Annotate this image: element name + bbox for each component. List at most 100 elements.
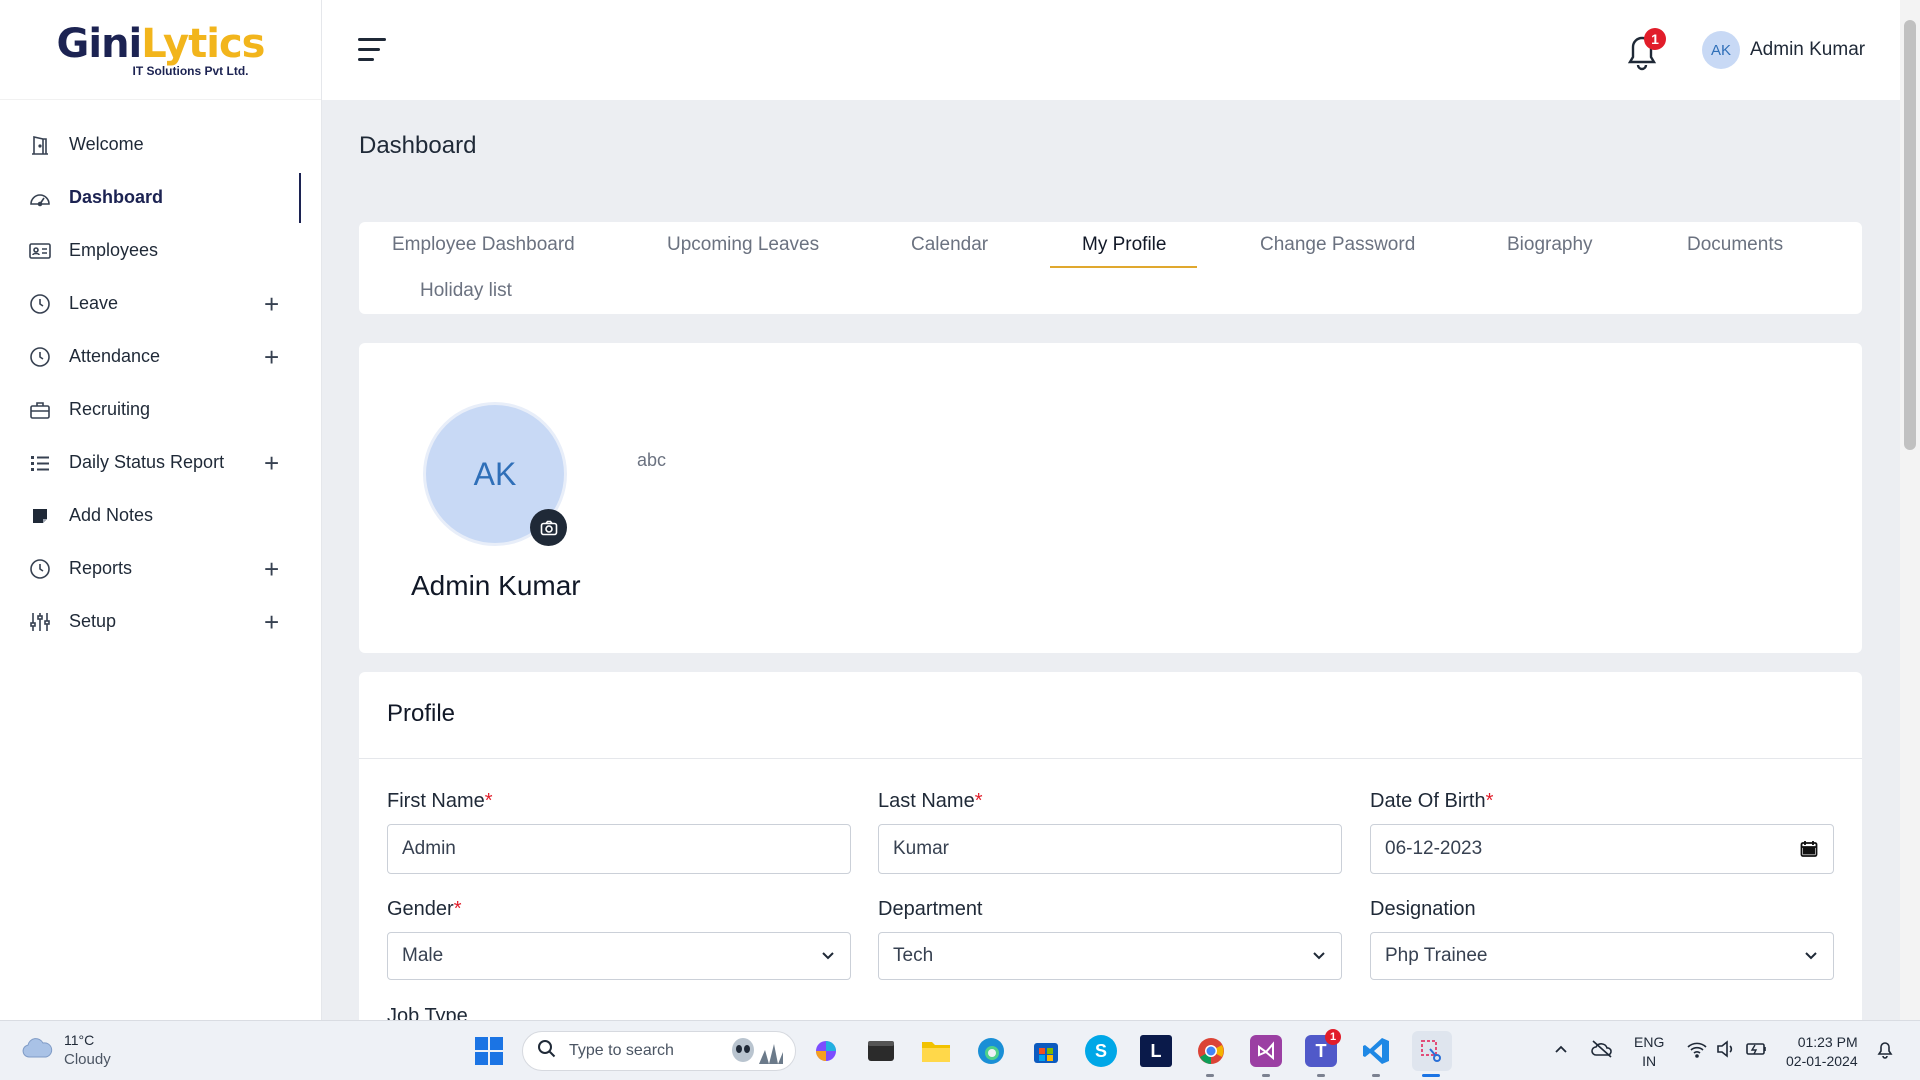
camera-icon[interactable] [530, 509, 567, 546]
weather-widget[interactable]: 11°C Cloudy [20, 1031, 111, 1069]
department-select[interactable]: Tech [878, 932, 1342, 980]
notification-count-badge: 1 [1644, 28, 1666, 50]
list-icon [28, 451, 52, 475]
sidebar-item-employees[interactable]: Employees [0, 224, 321, 277]
sidebar-item-setup[interactable]: Setup + [0, 595, 321, 648]
sidebar-item-label: Welcome [69, 134, 144, 154]
top-header: 1 AK Admin Kumar [322, 0, 1900, 100]
tab-biography[interactable]: Biography [1507, 234, 1593, 256]
avatar: AK [1702, 31, 1740, 69]
expand-plus-icon[interactable]: + [264, 450, 279, 476]
menu-toggle-icon[interactable] [358, 38, 386, 62]
l-app-icon[interactable]: L [1140, 1035, 1172, 1067]
dob-field[interactable]: 06-12-2023 [1370, 824, 1834, 874]
active-tab-indicator [1050, 266, 1197, 268]
vscode-icon[interactable] [1360, 1035, 1392, 1067]
last-name-field[interactable]: Kumar [878, 824, 1342, 874]
first-name-field[interactable]: Admin [387, 824, 851, 874]
expand-plus-icon[interactable]: + [264, 344, 279, 370]
page-title: Dashboard [359, 132, 477, 159]
sidebar-item-daily-status-report[interactable]: Daily Status Report + [0, 436, 321, 489]
first-name-value: Admin [402, 838, 456, 859]
page-scrollbar[interactable] [1900, 0, 1920, 1020]
tab-employee-dashboard[interactable]: Employee Dashboard [392, 234, 575, 256]
notification-center-icon[interactable] [1876, 1039, 1894, 1064]
tab-calendar[interactable]: Calendar [911, 234, 988, 256]
store-icon[interactable] [1030, 1035, 1062, 1067]
note-icon [28, 504, 52, 528]
terminal-icon[interactable] [865, 1035, 897, 1067]
search-icon [537, 1039, 557, 1064]
chevron-up-icon[interactable] [1553, 1041, 1569, 1062]
volume-icon[interactable] [1715, 1039, 1737, 1064]
logo-subtitle: IT Solutions Pvt Ltd. [132, 63, 249, 78]
clock-icon [28, 557, 52, 581]
chevron-down-icon [1311, 947, 1327, 969]
sidebar-item-add-notes[interactable]: Add Notes [0, 489, 321, 542]
wifi-icon[interactable] [1686, 1039, 1708, 1064]
form-title: Profile [387, 700, 456, 727]
designation-select[interactable]: Php Trainee [1370, 932, 1834, 980]
scrollbar-thumb[interactable] [1904, 20, 1916, 450]
department-value: Tech [893, 945, 934, 966]
running-indicator [1206, 1074, 1214, 1077]
language-indicator[interactable]: ENG IN [1634, 1033, 1664, 1071]
designation-value: Php Trainee [1385, 945, 1488, 966]
clock-icon [28, 345, 52, 369]
battery-icon[interactable] [1745, 1039, 1769, 1064]
sidebar-item-label: Setup [69, 611, 117, 631]
chrome-icon[interactable] [1195, 1035, 1227, 1067]
expand-plus-icon[interactable]: + [264, 556, 279, 582]
edge-icon[interactable] [975, 1035, 1007, 1067]
notification-bell-icon[interactable]: 1 [1622, 28, 1666, 72]
calendar-icon[interactable] [1799, 839, 1819, 865]
weather-temp: 11°C [64, 1032, 95, 1048]
logo-brand-part2: Lytics [141, 20, 265, 67]
sidebar-item-reports[interactable]: Reports + [0, 542, 321, 595]
taskbar-search[interactable]: Type to search [522, 1031, 796, 1071]
search-highlight-icon [729, 1036, 787, 1071]
cloud-icon [20, 1036, 54, 1065]
visual-studio-icon[interactable] [1250, 1035, 1282, 1067]
sidebar-item-recruiting[interactable]: Recruiting [0, 383, 321, 436]
sidebar-item-welcome[interactable]: Welcome [0, 118, 321, 171]
tab-upcoming-leaves[interactable]: Upcoming Leaves [667, 234, 819, 256]
required-mark: * [484, 790, 493, 812]
expand-plus-icon[interactable]: + [264, 291, 279, 317]
sidebar-item-label: Recruiting [69, 399, 151, 419]
sidebar-item-dashboard[interactable]: Dashboard [0, 171, 321, 224]
snipping-tool-icon[interactable] [1412, 1031, 1452, 1071]
gender-select[interactable]: Male [387, 932, 851, 980]
language-line2: IN [1642, 1053, 1657, 1069]
windows-start-icon[interactable] [473, 1035, 505, 1067]
id-card-icon [28, 239, 52, 263]
teams-icon[interactable]: T1 [1305, 1029, 1341, 1067]
last-name-value: Kumar [893, 838, 949, 859]
tab-change-password[interactable]: Change Password [1260, 234, 1415, 256]
tab-documents[interactable]: Documents [1687, 234, 1783, 256]
tab-holiday-list[interactable]: Holiday list [420, 280, 512, 302]
sidebar-item-leave[interactable]: Leave + [0, 277, 321, 330]
sidebar: GiniLytics IT Solutions Pvt Ltd. Welcome… [0, 0, 322, 1020]
clock[interactable]: 01:23 PM 02-01-2024 [1786, 1033, 1858, 1071]
required-mark: * [453, 898, 462, 920]
gender-label: Gender* [387, 898, 462, 920]
company-logo[interactable]: GiniLytics IT Solutions Pvt Ltd. [0, 0, 321, 100]
copilot-icon[interactable] [810, 1035, 842, 1067]
clock-icon [28, 292, 52, 316]
designation-label: Designation [1370, 898, 1476, 920]
running-indicator [1262, 1074, 1270, 1077]
user-menu[interactable]: AK Admin Kumar [1702, 31, 1865, 69]
gender-value: Male [402, 945, 444, 966]
sidebar-item-label: Daily Status Report [69, 452, 225, 472]
expand-plus-icon[interactable]: + [264, 609, 279, 635]
skype-icon[interactable]: S [1085, 1035, 1117, 1067]
onedrive-offline-icon[interactable] [1590, 1039, 1614, 1064]
file-explorer-icon[interactable] [920, 1035, 952, 1067]
department-label: Department [878, 898, 983, 920]
tab-my-profile[interactable]: My Profile [1082, 234, 1166, 256]
teams-badge: 1 [1325, 1029, 1341, 1045]
sidebar-item-attendance[interactable]: Attendance + [0, 330, 321, 383]
profile-name: Admin Kumar [411, 570, 581, 601]
dob-value: 06-12-2023 [1385, 838, 1483, 859]
